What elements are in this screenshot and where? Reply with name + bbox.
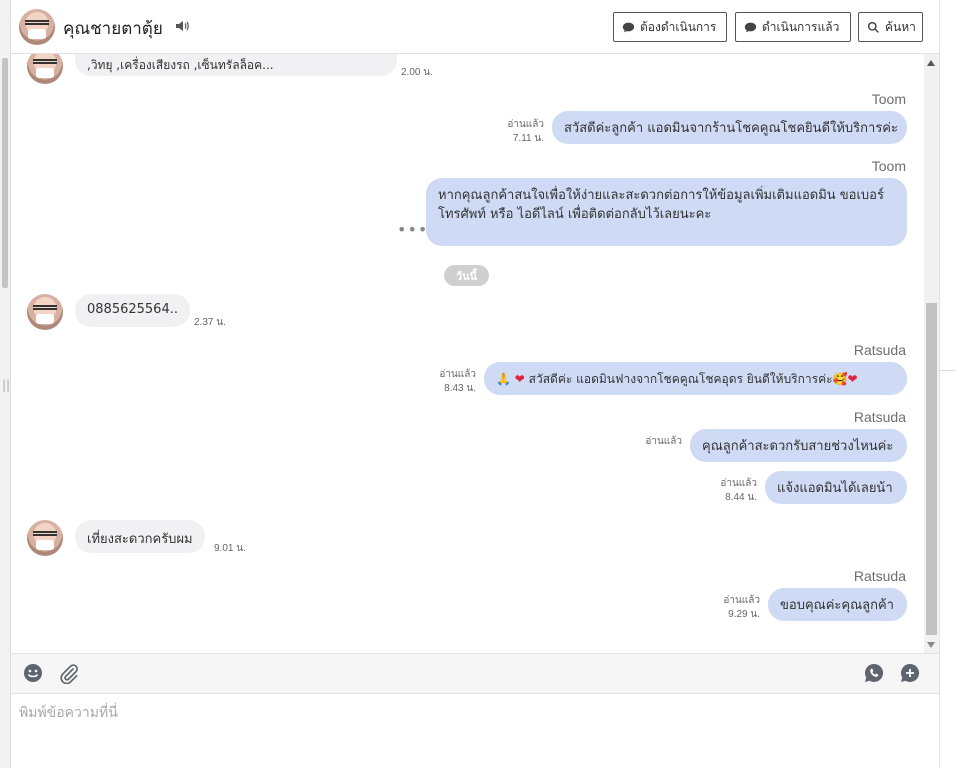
chat-bubble-icon [744,22,757,32]
contact-name: คุณชายตาตุ้ย [63,19,163,39]
pending-button-label: ต้องดำเนินการ [640,19,717,34]
sender-name: Ratsuda [853,409,906,425]
search-button-label: ค้นหา [885,19,916,34]
message-composer [11,694,939,768]
message-time: 9.29 น. [728,609,760,620]
message-bubble-outgoing[interactable]: ขอบคุณค่ะคุณลูกค้า [768,588,907,621]
message-list[interactable]: ,วิทยุ ,เครื่องเสียงรถ ,เซ็นทรัลล็อค... … [11,54,924,653]
phone-call-icon[interactable] [863,662,885,684]
message-text: คุณลูกค้าสะดวกรับสายช่วงไหนค่ะ [702,439,894,454]
done-button-label: ดำเนินการแล้ว [762,19,840,34]
message-bubble-outgoing[interactable]: สวัสดีค่ะลูกค้า แอดมินจากร้านโชคคูณโชคยิ… [552,111,907,144]
smile-hearts-emoji: 🥰 [832,372,848,386]
scroll-down-arrow[interactable] [927,642,935,648]
message-meta: อ่านแล้ว 9.29 น. [700,594,760,622]
message-meta: อ่านแล้ว 8.44 น. [697,477,757,505]
day-divider: วันนี้ [444,265,489,286]
message-bubble-incoming[interactable]: เที่ยงสะดวกครับผม [75,520,205,553]
heart-icon: ❤ [847,372,858,386]
read-status: อ่านแล้ว [507,119,544,130]
scroll-up-arrow[interactable] [927,60,935,66]
read-status: อ่านแล้ว [723,595,760,606]
read-status: อ่านแล้ว [439,369,476,380]
message-text: ,วิทยุ ,เครื่องเสียงรถ ,เซ็นทรัลล็อค... [87,58,274,72]
read-status: อ่านแล้ว [645,436,682,447]
chat-window: || คุณชายตาตุ้ย ต้องดำเนินการ ดำเนินการแ… [0,0,956,768]
message-text: หากคุณลูกค้าสนใจเพื่อให้ง่ายและสะดวกต่อก… [438,188,884,222]
emoji-icon[interactable] [22,662,44,684]
chat-bubble-icon [622,22,635,32]
message-text: สวัสดีค่ะ แอดมินฟางจากโชคคูณโชคอุดร ยินด… [528,372,833,386]
message-meta: อ่านแล้ว 7.11 น. [484,118,544,146]
message-time: 7.11 น. [512,133,544,144]
sender-name: Ratsuda [853,342,906,358]
paperclip-icon[interactable] [58,662,80,684]
message-text: เที่ยงสะดวกครับผม [87,532,193,547]
avatar [27,294,63,330]
chat-scrollbar-thumb[interactable] [926,303,937,635]
left-scrollbar-thumb[interactable] [2,58,8,288]
pending-button[interactable]: ต้องดำเนินการ [613,12,727,42]
sender-name: Ratsuda [853,568,906,584]
chat-header: คุณชายตาตุ้ย ต้องดำเนินการ ดำเนินการแล้ว… [11,0,939,54]
read-status: อ่านแล้ว [720,478,757,489]
message-bubble-outgoing[interactable]: 🙏 ❤ สวัสดีค่ะ แอดมินฟางจากโชคคูณโชคอุดร … [484,362,907,395]
message-bubble-incoming[interactable]: ,วิทยุ ,เครื่องเสียงรถ ,เซ็นทรัลล็อค... [75,54,397,76]
message-bubble-outgoing[interactable]: คุณลูกค้าสะดวกรับสายช่วงไหนค่ะ [690,429,907,462]
message-text: สวัสดีค่ะลูกค้า แอดมินจากร้านโชคคูณโชคยิ… [564,121,898,136]
message-time: 2.37 น. [194,317,226,328]
message-meta: อ่านแล้ว 8.43 น. [416,368,476,396]
message-text: ขอบคุณค่ะคุณลูกค้า [780,598,894,613]
message-bubble-outgoing[interactable]: แจ้งแอดมินได้เลยน้า [765,471,907,504]
search-button[interactable]: ค้นหา [858,12,923,42]
chat-scrollbar[interactable] [924,54,939,653]
message-bubble-outgoing[interactable]: หากคุณลูกค้าสนใจเพื่อให้ง่ายและสะดวกต่อก… [426,178,907,246]
sender-name: Toom [871,158,906,174]
message-input[interactable] [19,702,919,724]
speaker-icon[interactable] [174,18,190,34]
avatar [27,54,63,84]
heart-icon: ❤ [514,372,525,386]
avatar [27,520,63,556]
right-panel-edge [939,0,956,768]
sender-name: Toom [871,91,906,107]
pray-emoji: 🙏 [496,372,511,386]
resize-handle[interactable]: || [2,378,10,392]
add-chat-icon[interactable] [899,662,921,684]
message-text: แจ้งแอดมินได้เลยน้า [777,481,893,496]
composer-toolbar [11,653,939,694]
message-time: 9.01 น. [214,543,246,554]
message-text: 0885625564.. [87,302,178,317]
message-time: 2.00 น. [401,67,433,78]
message-meta: อ่านแล้ว [622,435,682,449]
left-panel-edge: || [0,0,11,768]
message-bubble-incoming[interactable]: 0885625564.. [75,294,190,327]
done-button[interactable]: ดำเนินการแล้ว [735,12,851,42]
contact-avatar[interactable] [19,9,55,45]
message-time: 8.43 น. [444,383,476,394]
more-options-icon[interactable]: ••• [397,220,428,239]
message-time: 8.44 น. [725,492,757,503]
search-icon [867,21,879,33]
